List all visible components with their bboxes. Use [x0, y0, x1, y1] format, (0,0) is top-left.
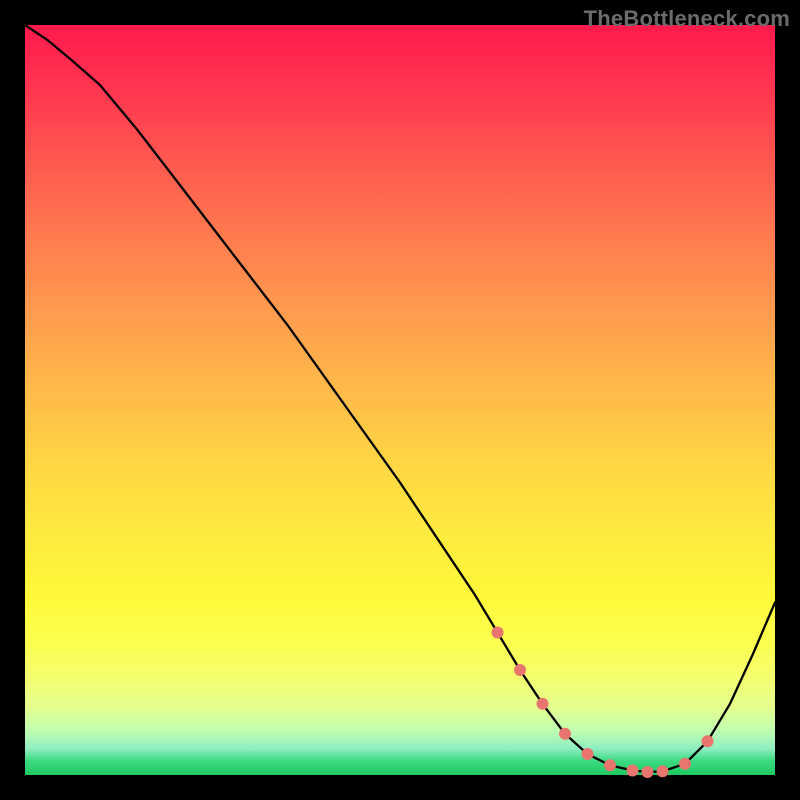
data-point-marker: [679, 758, 691, 770]
data-point-marker: [604, 759, 616, 771]
data-point-marker: [559, 728, 571, 740]
data-point-marker: [702, 735, 714, 747]
data-point-marker: [627, 765, 639, 777]
data-point-marker: [642, 766, 654, 778]
data-point-marker: [582, 748, 594, 760]
data-point-marker: [514, 664, 526, 676]
data-point-marker: [492, 627, 504, 639]
data-point-marker: [657, 765, 669, 777]
chart-svg: [0, 0, 800, 800]
data-point-marker: [537, 698, 549, 710]
bottleneck-curve: [25, 25, 775, 772]
